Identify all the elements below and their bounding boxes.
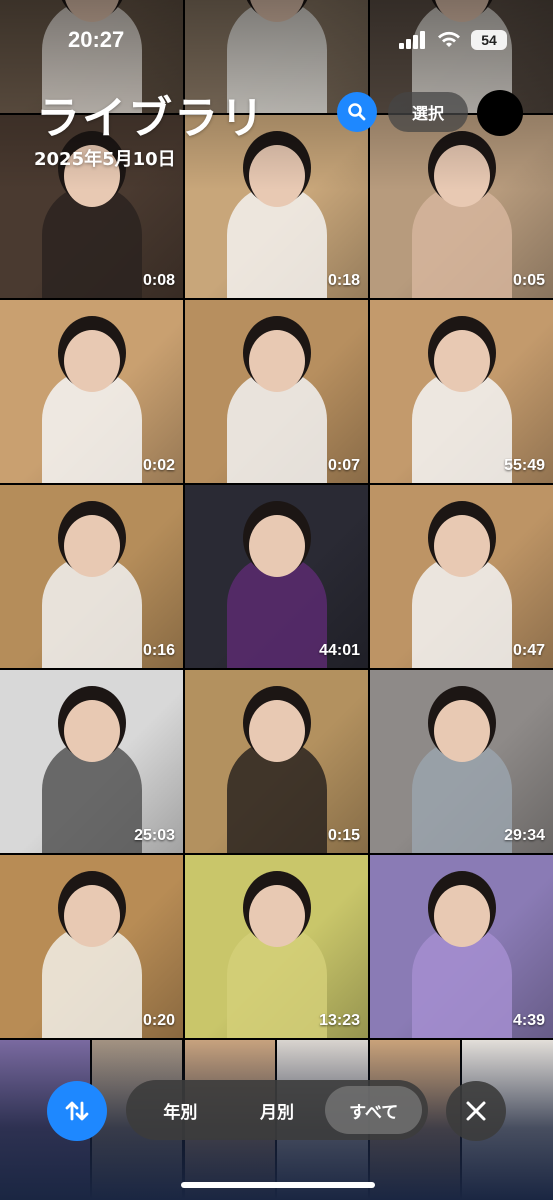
video-duration: 0:18 xyxy=(327,272,360,289)
home-indicator xyxy=(181,1182,375,1188)
video-thumbnail[interactable]: 0:02 xyxy=(0,300,183,483)
close-button[interactable] xyxy=(446,1081,506,1141)
sort-arrows-icon xyxy=(65,1101,89,1121)
thumbnail-head xyxy=(434,515,490,577)
video-duration: 25:03 xyxy=(134,827,175,844)
select-button[interactable]: 選択 xyxy=(388,92,468,132)
video-duration: 0:05 xyxy=(512,272,545,289)
thumbnail-head xyxy=(249,515,305,577)
battery-indicator: 54 xyxy=(471,30,507,50)
video-duration: 0:07 xyxy=(327,457,360,474)
thumbnail-head xyxy=(249,885,305,947)
wifi-icon xyxy=(438,31,460,47)
cellular-signal-icon xyxy=(399,31,425,49)
video-thumbnail[interactable]: 13:23 xyxy=(185,855,368,1038)
video-thumbnail[interactable]: 25:03 xyxy=(0,670,183,853)
status-time: 20:27 xyxy=(68,27,125,52)
thumbnail-head xyxy=(249,330,305,392)
video-thumbnail[interactable]: 0:05 xyxy=(370,115,553,298)
video-thumbnail[interactable]: 55:49 xyxy=(370,300,553,483)
thumbnail-head xyxy=(64,330,120,392)
segment-year[interactable]: 年別 xyxy=(132,1086,229,1134)
avatar[interactable] xyxy=(477,90,523,136)
close-icon xyxy=(466,1101,486,1121)
video-duration: 4:39 xyxy=(512,1012,545,1029)
status-icons: 54 xyxy=(399,30,507,50)
video-thumbnail[interactable]: 44:01 xyxy=(185,485,368,668)
video-duration: 0:16 xyxy=(142,642,175,659)
video-thumbnail[interactable]: 4:39 xyxy=(370,855,553,1038)
segment-all[interactable]: すべて xyxy=(325,1086,423,1134)
search-button[interactable] xyxy=(337,92,377,132)
segment-month[interactable]: 月別 xyxy=(229,1086,326,1134)
video-duration: 13:23 xyxy=(319,1012,360,1029)
page-title: ライブラリ xyxy=(36,93,266,144)
video-duration: 0:15 xyxy=(327,827,360,844)
video-thumbnail[interactable]: 0:16 xyxy=(0,485,183,668)
thumbnail-head xyxy=(64,515,120,577)
video-duration: 29:34 xyxy=(504,827,545,844)
video-duration: 0:02 xyxy=(142,457,175,474)
video-thumbnail[interactable]: 0:47 xyxy=(370,485,553,668)
video-thumbnail[interactable]: 29:34 xyxy=(370,670,553,853)
video-thumbnail[interactable]: 0:07 xyxy=(185,300,368,483)
thumbnail-head xyxy=(434,700,490,762)
video-duration: 0:47 xyxy=(512,642,545,659)
thumbnail-head xyxy=(64,700,120,762)
video-duration: 44:01 xyxy=(319,642,360,659)
section-date: 2025年5月10日 xyxy=(34,149,176,170)
search-icon xyxy=(348,103,366,121)
thumbnail-head xyxy=(434,330,490,392)
video-thumbnail[interactable]: 0:15 xyxy=(185,670,368,853)
thumbnail-head xyxy=(434,885,490,947)
video-duration: 0:20 xyxy=(142,1012,175,1029)
thumbnail-head xyxy=(64,885,120,947)
video-thumbnail[interactable]: 0:20 xyxy=(0,855,183,1038)
view-segmented-control: 年別 月別 すべて xyxy=(126,1080,428,1140)
video-duration: 0:08 xyxy=(142,272,175,289)
sort-button[interactable] xyxy=(47,1081,107,1141)
video-duration: 55:49 xyxy=(504,457,545,474)
thumbnail-head xyxy=(249,700,305,762)
thumbnail-head xyxy=(249,145,305,207)
thumbnail-head xyxy=(434,145,490,207)
